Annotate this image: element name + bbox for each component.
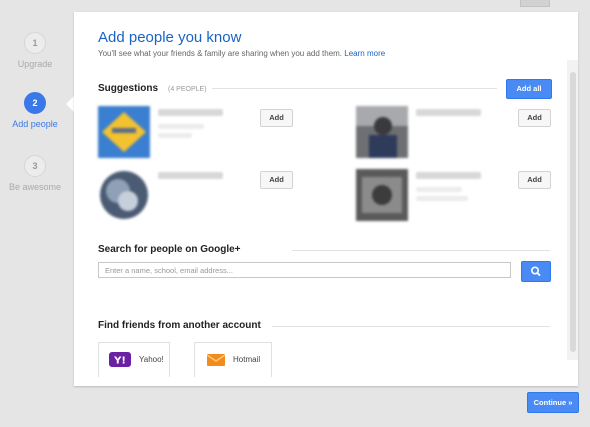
yahoo-account-button[interactable]: Y! Yahoo! [98,342,170,377]
step-number: 3 [24,155,46,177]
yahoo-label: Yahoo! [139,355,164,364]
suggestions-title: Suggestions [98,83,159,94]
add-people-card: Add people you know You'll see what your… [74,12,578,386]
search-icon [531,266,541,277]
add-person-button[interactable]: Add [518,171,551,189]
search-button[interactable] [521,261,551,282]
person-detail-blurred [416,187,462,192]
suggestions-heading: Suggestions (4 PEOPLE) [98,83,207,94]
step-label: Upgrade [17,59,53,69]
step-number: 1 [24,32,46,54]
add-person-button[interactable]: Add [260,109,293,127]
step-add-people: 2 Add people [0,92,70,129]
card-pointer [66,96,74,112]
avatar-image [356,169,408,221]
person-name-blurred [158,109,223,116]
person-avatar [356,106,408,158]
add-person-button[interactable]: Add [518,109,551,127]
learn-more-link[interactable]: Learn more [344,49,385,58]
add-all-button[interactable]: Add all [506,79,552,99]
hotmail-account-button[interactable]: Hotmail [194,342,272,377]
avatar-image [100,171,148,219]
progress-stepper: 1 Upgrade 2 Add people 3 Be awesome [0,0,70,427]
person-name-blurred [416,172,481,179]
person-detail-blurred [416,196,468,201]
person-avatar [98,106,150,158]
subtitle-text: You'll see what your friends & family ar… [98,49,343,58]
yahoo-logo-icon: Y! [109,352,131,367]
continue-button[interactable]: Continue » [527,392,579,413]
divider [212,88,497,89]
step-be-awesome: 3 Be awesome [0,155,70,192]
avatar-image [98,106,150,158]
search-heading: Search for people on Google+ [98,244,241,255]
person-name-blurred [416,109,481,116]
step-label: Add people [12,119,58,129]
accounts-heading: Find friends from another account [98,320,261,331]
person-name-blurred [158,172,223,179]
step-label: Be awesome [8,182,62,192]
add-person-button[interactable]: Add [260,171,293,189]
person-detail-blurred [158,124,204,129]
person-detail-blurred [158,133,192,138]
step-number: 2 [24,92,46,114]
person-avatar [98,169,150,221]
hotmail-label: Hotmail [233,355,261,364]
divider [272,326,550,327]
suggestions-count: (4 PEOPLE) [168,86,207,93]
top-right-tab [520,0,550,7]
person-avatar [356,169,408,221]
page-subtitle: You'll see what your friends & family ar… [98,49,385,58]
step-upgrade: 1 Upgrade [0,32,70,69]
avatar-image [356,106,408,158]
envelope-icon [207,354,225,366]
svg-text:Y!: Y! [113,356,126,367]
page-title: Add people you know [98,29,242,46]
scrollbar[interactable] [570,72,576,352]
divider [292,250,550,251]
search-input[interactable]: Enter a name, school, email address... [98,262,511,278]
